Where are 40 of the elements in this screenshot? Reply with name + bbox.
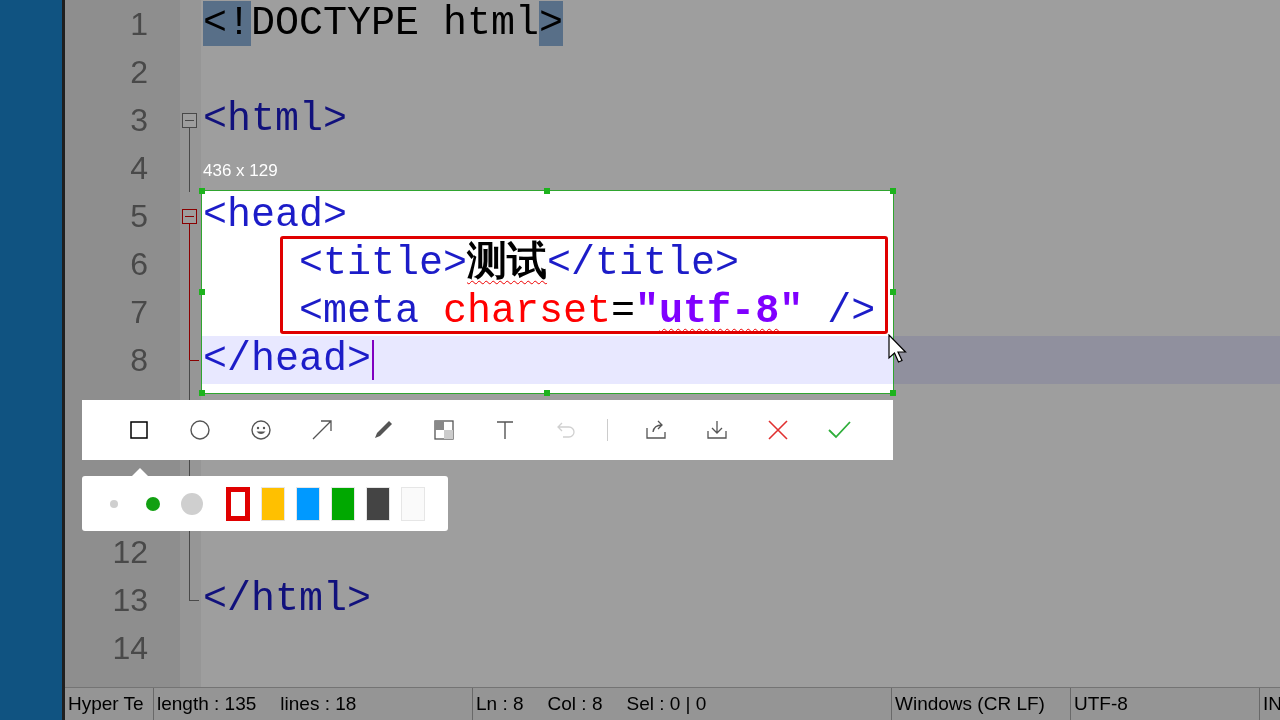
code-line: <head>: [203, 192, 348, 240]
line-number: 13: [111, 581, 149, 619]
status-text: length : 135: [157, 693, 257, 715]
resize-handle[interactable]: [544, 389, 550, 396]
resize-handle[interactable]: [889, 187, 896, 194]
status-text: Hyper Te: [68, 693, 144, 715]
line-number: 2: [129, 53, 149, 91]
line-number: 5: [129, 197, 149, 235]
line-number: 7: [129, 293, 149, 331]
line-number: 3: [129, 101, 149, 139]
line-number: 12: [111, 533, 149, 571]
status-text: Col : 8: [547, 693, 603, 715]
code-line: </head>: [203, 336, 372, 384]
code-line: <html>: [203, 96, 348, 144]
code-line: </html>: [203, 576, 372, 624]
code-line: <!DOCTYPE html>: [203, 0, 564, 48]
status-text: UTF-8: [1074, 693, 1128, 715]
status-text: Sel : 0 | 0: [626, 693, 707, 715]
resize-handle[interactable]: [198, 187, 205, 194]
line-number: 1: [129, 5, 149, 43]
resize-handle[interactable]: [198, 389, 205, 396]
line-number: 4: [129, 149, 149, 187]
resize-handle[interactable]: [544, 187, 550, 194]
fold-toggle-icon[interactable]: [182, 209, 197, 224]
resize-handle[interactable]: [889, 389, 896, 396]
status-text: Ln : 8: [476, 693, 524, 715]
resize-handle[interactable]: [198, 288, 205, 295]
fold-toggle-icon[interactable]: [182, 113, 197, 128]
status-text: Windows (CR LF): [895, 693, 1045, 715]
mouse-pointer-icon: [888, 334, 908, 364]
line-number: 8: [129, 341, 149, 379]
line-number: 6: [129, 245, 149, 283]
resize-handle[interactable]: [889, 288, 896, 295]
status-text: IN: [1263, 693, 1280, 715]
line-number: 14: [111, 629, 149, 667]
color-swatch[interactable]: [226, 486, 250, 521]
code-line: <title>测试</title>: [298, 240, 740, 288]
code-line: <meta charset="utf-8" />: [298, 288, 876, 336]
selection-size-label: 436 x 129: [203, 161, 278, 181]
status-text: lines : 18: [280, 693, 357, 715]
